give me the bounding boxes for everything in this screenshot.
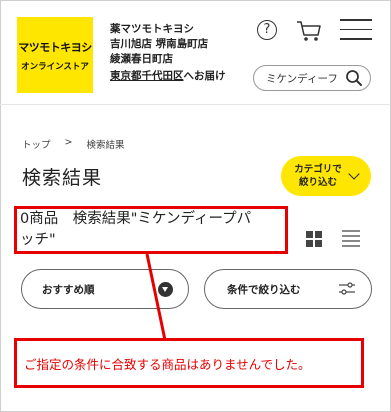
chevron-down-icon: [348, 168, 360, 180]
category-filter-label: カテゴリで 絞り込む: [294, 163, 342, 189]
logo-store-text: オンラインストア: [21, 61, 89, 72]
help-icon[interactable]: ?: [257, 20, 277, 40]
store-line: 薬マツモトキヨシ: [110, 23, 194, 35]
delivery-area-link[interactable]: 東京都千代田区へお届け: [110, 68, 226, 83]
breadcrumb-current: 検索結果: [86, 140, 125, 151]
delivery-area: 東京都千代田区: [110, 70, 184, 82]
sort-label: おすすめ順: [42, 283, 95, 296]
result-count-line: 0商品 検索結果"ミケンディープパ: [20, 211, 252, 227]
result-count-line: ッチ": [20, 232, 56, 248]
logo-brand-text: マツモトキヨシ: [18, 40, 92, 54]
breadcrumb-separator: >: [64, 137, 73, 148]
result-count-text: 0商品 検索結果"ミケンディープパ ッチ": [20, 209, 290, 251]
category-filter-button[interactable]: カテゴリで 絞り込む: [281, 156, 371, 196]
breadcrumb-home[interactable]: トップ: [22, 137, 51, 151]
page-title: 検索結果: [22, 167, 103, 189]
condition-filter-button[interactable]: 条件で絞り込む: [204, 269, 372, 309]
selected-store-info[interactable]: 薬マツモトキヨシ 吉川旭店 堺南島町店 綾瀬春日町店: [110, 22, 208, 67]
no-results-message: ご指定の条件に合致する商品はありませんでした。: [24, 357, 311, 372]
filter-label: 条件で絞り込む: [227, 283, 301, 296]
grid-view-icon[interactable]: [306, 231, 322, 247]
filter-sliders-icon: [339, 282, 355, 295]
store-line: 綾瀬春日町店: [110, 53, 173, 65]
category-filter-label-line: カテゴリで: [294, 164, 342, 175]
breadcrumb: トップ > 検索結果: [22, 137, 125, 151]
cart-icon[interactable]: [296, 20, 322, 42]
search-input[interactable]: [266, 72, 344, 84]
search-box[interactable]: [253, 65, 371, 91]
matsukiyo-logo[interactable]: マツモトキヨシ オンラインストア: [17, 17, 93, 93]
category-filter-label-line: 絞り込む: [298, 177, 337, 188]
store-line: 吉川旭店 堺南島町店: [110, 38, 209, 50]
delivery-suffix: へお届け: [183, 70, 226, 82]
hamburger-menu-icon[interactable]: [340, 19, 372, 43]
annotation-connector: [145, 254, 167, 340]
header-divider: [0, 104, 391, 105]
search-icon[interactable]: [345, 69, 363, 87]
list-view-icon[interactable]: [342, 230, 360, 248]
